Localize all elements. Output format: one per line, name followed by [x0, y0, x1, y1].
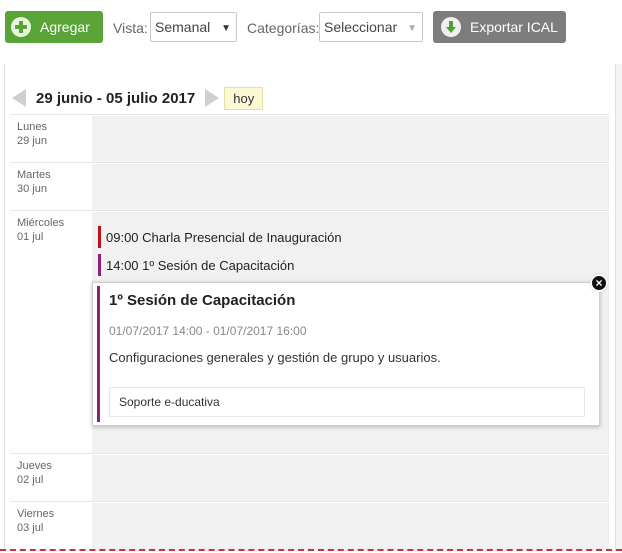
- close-icon[interactable]: ×: [590, 274, 608, 292]
- day-name: Miércoles: [17, 217, 65, 229]
- event-item[interactable]: 14:00 1º Sesión de Capacitación: [98, 254, 294, 276]
- download-icon: [441, 17, 461, 37]
- day-row-tuesday: Martes 30 jun: [10, 162, 609, 210]
- day-events-area[interactable]: [92, 164, 609, 210]
- day-row-thursday: Jueves 02 jul: [10, 453, 609, 501]
- week-navigation: 29 junio - 05 julio 2017 hoy: [12, 86, 264, 110]
- dropdown-arrow-icon: ▼: [407, 23, 417, 34]
- add-button-label: Agregar: [40, 19, 90, 35]
- day-row-monday: Lunes 29 jun: [10, 114, 609, 162]
- day-date: 01 jul: [17, 231, 44, 243]
- day-row-friday: Viernes 03 jul: [10, 501, 609, 551]
- today-button[interactable]: hoy: [224, 86, 264, 110]
- scrollbar[interactable]: [616, 64, 622, 551]
- event-title: Charla Presencial de Inauguración: [142, 229, 342, 245]
- view-select-value: Semanal: [155, 19, 211, 35]
- event-time: 09:00: [106, 229, 139, 245]
- categories-select[interactable]: Seleccionar ▼: [319, 12, 423, 42]
- event-title: 1º Sesión de Capacitación: [142, 257, 295, 273]
- day-date: 02 jul: [17, 474, 44, 486]
- day-name: Viernes: [17, 508, 55, 520]
- dropdown-arrow-icon: ▼: [221, 23, 231, 34]
- view-label: Vista:: [113, 20, 148, 36]
- day-events-area[interactable]: [92, 455, 609, 501]
- event-color-bar: [97, 286, 100, 422]
- plus-icon: [11, 17, 31, 37]
- popup-category: Soporte e-ducativa: [109, 387, 585, 417]
- triangle-left-icon[interactable]: [12, 89, 26, 107]
- day-label: Viernes 03 jul: [17, 507, 54, 535]
- week-range: 29 junio - 05 julio 2017: [36, 89, 196, 107]
- view-select[interactable]: Semanal ▼: [150, 12, 237, 42]
- day-date: 29 jun: [17, 135, 47, 147]
- day-label: Lunes 29 jun: [17, 120, 47, 148]
- event-time: 14:00: [106, 257, 139, 273]
- categories-label: Categorías:: [247, 20, 320, 36]
- add-button[interactable]: Agregar: [5, 11, 103, 43]
- day-name: Lunes: [17, 121, 47, 133]
- day-events-area[interactable]: [92, 503, 609, 551]
- day-label: Martes 30 jun: [17, 168, 51, 196]
- event-popup: 1º Sesión de Capacitación 01/07/2017 14:…: [92, 282, 600, 426]
- day-name: Jueves: [17, 460, 52, 472]
- popup-description: Configuraciones generales y gestión de g…: [109, 350, 441, 365]
- popup-title: 1º Sesión de Capacitación: [109, 292, 296, 309]
- event-item[interactable]: 09:00 Charla Presencial de Inauguración: [98, 226, 342, 248]
- day-name: Martes: [17, 169, 51, 181]
- popup-dates: 01/07/2017 14:00 - 01/07/2017 16:00: [109, 324, 307, 338]
- day-date: 03 jul: [17, 522, 44, 534]
- day-date: 30 jun: [17, 183, 47, 195]
- export-ical-label: Exportar ICAL: [470, 19, 558, 35]
- day-events-area[interactable]: [92, 116, 609, 162]
- export-ical-button[interactable]: Exportar ICAL: [433, 11, 566, 43]
- toolbar: Agregar Vista: Semanal ▼ Categorías: Sel…: [5, 11, 622, 44]
- day-label: Jueves 02 jul: [17, 459, 52, 487]
- page-divider: [0, 549, 622, 551]
- triangle-right-icon[interactable]: [205, 89, 220, 107]
- day-label: Miércoles 01 jul: [17, 216, 64, 244]
- categories-select-value: Seleccionar: [324, 19, 398, 35]
